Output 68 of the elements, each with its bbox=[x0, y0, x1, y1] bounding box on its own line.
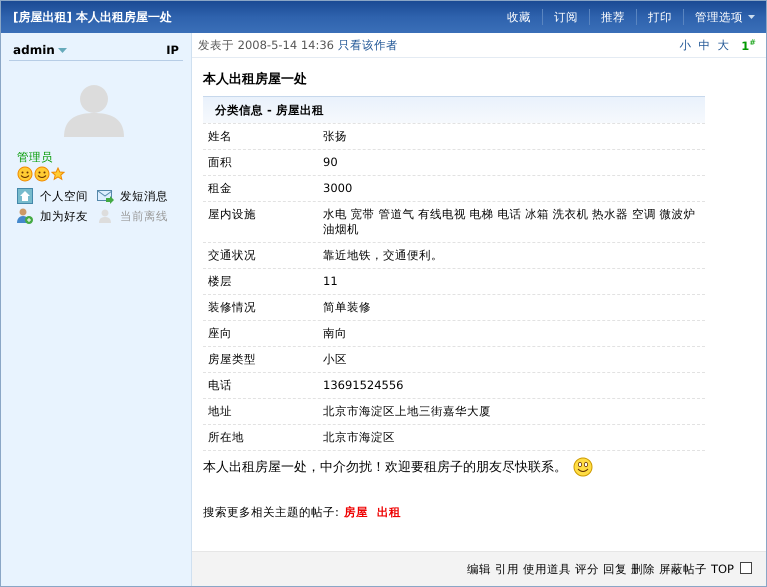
field-label: 楼层 bbox=[207, 274, 233, 289]
field-value: 北京市海淀区 bbox=[323, 430, 396, 445]
toolbar-link[interactable]: 删除 bbox=[630, 562, 655, 576]
field-value: 简单装修 bbox=[323, 300, 372, 315]
menu-link[interactable]: 订阅 bbox=[542, 9, 589, 25]
field-label: 电话 bbox=[207, 378, 233, 393]
envelope-icon bbox=[97, 188, 114, 204]
toolbar-link[interactable]: 屏蔽帖子 bbox=[658, 562, 707, 576]
field-label: 座向 bbox=[207, 326, 233, 341]
toolbar-link[interactable]: 编辑 bbox=[466, 562, 491, 576]
field-label: 地址 bbox=[207, 404, 233, 419]
tag-link[interactable]: 出租 bbox=[376, 505, 401, 520]
ip-label: IP bbox=[166, 43, 179, 57]
field-label: 面积 bbox=[207, 155, 233, 170]
field-label: 装修情况 bbox=[207, 300, 257, 315]
field-value: 北京市海淀区上地三街嘉华大厦 bbox=[323, 404, 492, 419]
font-size-link[interactable]: 大 bbox=[717, 38, 730, 53]
toolbar-link[interactable]: 评分 bbox=[574, 562, 599, 576]
select-checkbox[interactable] bbox=[740, 562, 752, 574]
field-label: 所在地 bbox=[207, 430, 245, 445]
action-link[interactable]: 个人空间 bbox=[40, 188, 88, 204]
toolbar-link[interactable]: 引用 bbox=[494, 562, 519, 576]
action-link[interactable]: 发短消息 bbox=[120, 188, 168, 204]
house-icon bbox=[17, 188, 34, 204]
field-value: 13691524556 bbox=[323, 378, 404, 393]
field-label: 交通状况 bbox=[207, 248, 257, 263]
menu-link[interactable]: 推荐 bbox=[589, 9, 636, 25]
field-value: 张扬 bbox=[323, 129, 348, 144]
field-value: 南向 bbox=[323, 326, 348, 341]
star-icon bbox=[51, 167, 65, 181]
toolbar-link[interactable]: TOP bbox=[710, 562, 734, 576]
post-message: 本人出租房屋一处，中介勿扰！欢迎要租房子的朋友尽快联系。 bbox=[203, 459, 567, 476]
field-label: 房屋类型 bbox=[207, 352, 257, 367]
smiley-icon bbox=[17, 166, 33, 182]
tags-label: 搜索更多相关主题的帖子: bbox=[203, 505, 339, 520]
field-value: 90 bbox=[323, 155, 339, 170]
smiley-icon bbox=[34, 166, 50, 182]
field-value: 11 bbox=[323, 274, 339, 289]
author-filter-link[interactable]: 只看该作者 bbox=[338, 38, 398, 53]
field-label: 租金 bbox=[207, 181, 233, 196]
caret-icon bbox=[58, 48, 67, 52]
user-role: 管理员 bbox=[17, 150, 54, 165]
toolbar-link[interactable]: 回复 bbox=[602, 562, 627, 576]
tag-link[interactable]: 房屋 bbox=[344, 505, 368, 520]
action-link[interactable]: 加为好友 bbox=[40, 208, 88, 224]
menu-link[interactable]: 管理选项 bbox=[683, 9, 766, 25]
post-date: 发表于 2008-5-14 14:36 bbox=[198, 38, 334, 53]
field-label: 屋内设施 bbox=[207, 207, 257, 223]
smiley-icon bbox=[573, 457, 593, 477]
field-value: 靠近地铁，交通便利。 bbox=[323, 248, 444, 263]
field-value: 小区 bbox=[323, 352, 348, 367]
table-heading: 分类信息 - 房屋出租 bbox=[203, 96, 705, 123]
status-text: 当前离线 bbox=[120, 208, 168, 224]
field-value: 3000 bbox=[323, 181, 354, 196]
font-size-link[interactable]: 中 bbox=[698, 38, 710, 53]
field-label: 姓名 bbox=[207, 129, 233, 144]
menu-link[interactable]: 打印 bbox=[636, 9, 683, 25]
floor-number[interactable]: 1$^{#}$ bbox=[741, 38, 756, 53]
person-add-icon bbox=[17, 208, 34, 224]
caret-icon bbox=[748, 15, 755, 19]
field-value: 水电 宽带 管道气 有线电视 电梯 电话 冰箱 洗衣机 热水器 空调 微波炉油烟机 bbox=[323, 207, 697, 237]
person-icon bbox=[97, 208, 114, 224]
menu-link[interactable]: 收藏 bbox=[496, 9, 542, 25]
toolbar-link[interactable]: 使用道具 bbox=[522, 562, 571, 576]
thread-title: [房屋出租] 本人出租房屋一处 bbox=[13, 8, 172, 26]
post-subject: 本人出租房屋一处 bbox=[203, 70, 308, 88]
username-link[interactable]: admin bbox=[13, 43, 55, 57]
font-size-link[interactable]: 小 bbox=[679, 38, 692, 53]
